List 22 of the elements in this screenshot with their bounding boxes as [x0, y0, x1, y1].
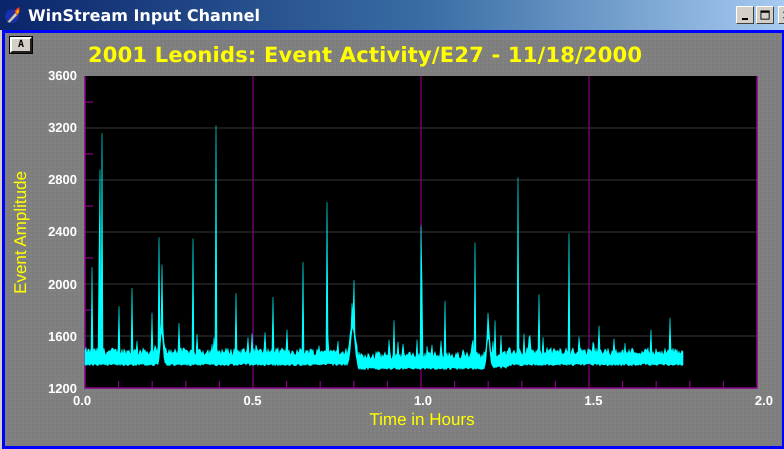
y-tick-label: 2800	[48, 171, 77, 190]
corner-button[interactable]: A	[10, 37, 32, 53]
y-tick-label: 2000	[48, 276, 77, 294]
x-tick-label: 1.0	[414, 392, 432, 410]
y-tick-label: 3600	[48, 67, 77, 85]
x-tick-label: 2.0	[754, 392, 773, 410]
x-axis-label: Time in Hours	[369, 410, 475, 430]
minimize-icon	[742, 18, 748, 20]
minimize-button[interactable]	[736, 6, 754, 24]
y-tick-label: 2400	[48, 223, 77, 242]
maximize-icon	[760, 10, 770, 20]
y-axis-label: Event Amplitude	[11, 171, 31, 294]
y-tick-label: 1600	[48, 328, 77, 346]
y-tick-label: 1200	[48, 380, 77, 396]
y-tick-label: 3200	[48, 119, 77, 138]
window-title: WinStream Input Channel	[28, 6, 260, 24]
torch-icon	[4, 6, 22, 24]
x-tick-label: 0.5	[243, 392, 262, 410]
maximize-button[interactable]	[756, 6, 774, 24]
x-tick-label: 1.5	[584, 392, 602, 410]
chart-title: 2001 Leonids: Event Activity/E27 - 11/18/2000	[88, 42, 642, 66]
x-tick-label: 0.0	[73, 393, 92, 410]
